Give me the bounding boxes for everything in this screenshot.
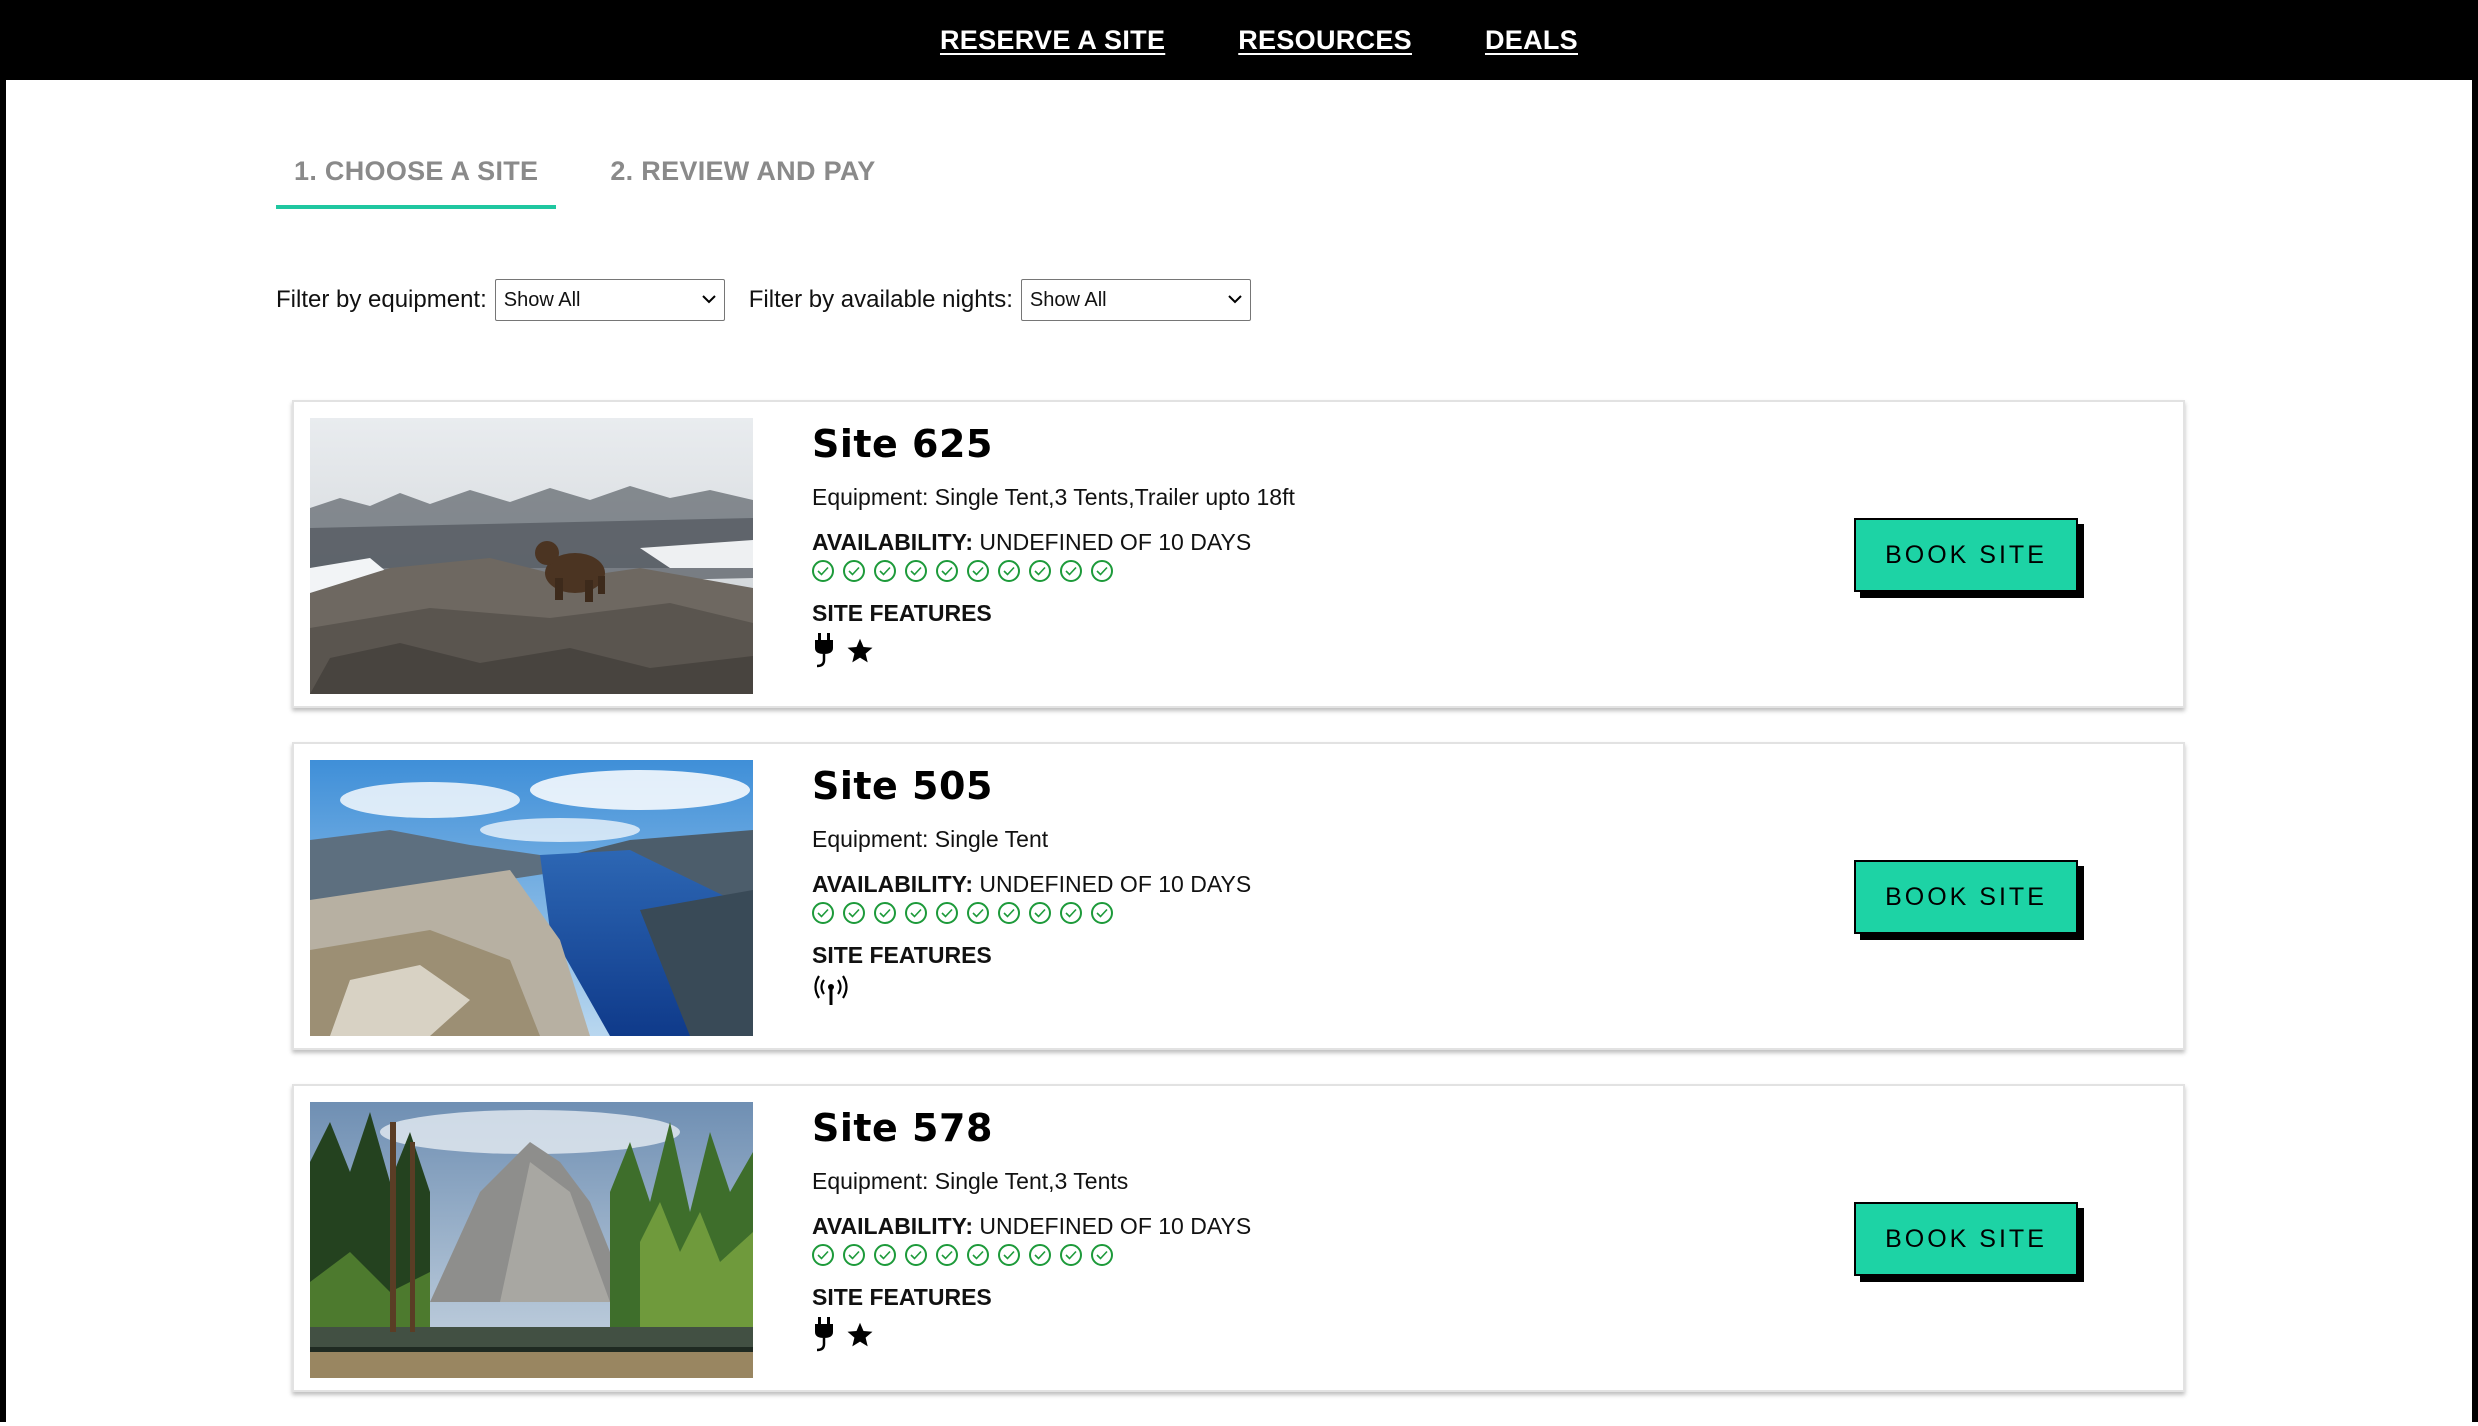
plug-icon [812, 633, 838, 674]
site-features [812, 975, 1251, 1012]
site-card: Site 625 Equipment: Single Tent,3 Tents,… [292, 400, 2185, 708]
availability-checks [812, 902, 1251, 924]
availability-value: UNDEFINED OF 10 DAYS [979, 871, 1252, 897]
check-circle-icon [812, 560, 834, 582]
check-circle-icon [967, 560, 989, 582]
site-features-title: SITE FEATURES [812, 1284, 992, 1310]
star-icon [846, 637, 874, 670]
nav-resources[interactable]: RESOURCES [1238, 25, 1412, 56]
check-circle-icon [843, 902, 865, 924]
check-circle-icon [874, 560, 896, 582]
availability-checks [812, 560, 1295, 582]
chevron-down-icon [702, 291, 716, 309]
availability-value: UNDEFINED OF 10 DAYS [979, 1213, 1252, 1239]
site-title: Site 505 [812, 764, 993, 808]
check-circle-icon [967, 1244, 989, 1266]
nav-reserve-a-site[interactable]: RESERVE A SITE [940, 25, 1165, 56]
check-circle-icon [1029, 1244, 1051, 1266]
site-features-title: SITE FEATURES [812, 942, 992, 968]
site-title: Site 578 [812, 1106, 993, 1150]
availability-value: UNDEFINED OF 10 DAYS [979, 529, 1252, 555]
site-equipment: Equipment: Single Tent,3 Tents [812, 1168, 1129, 1194]
nav-deals[interactable]: DEALS [1485, 25, 1578, 56]
equipment-filter-value: Show All [503, 288, 581, 311]
book-site-button[interactable]: BOOK SITE [1854, 860, 2078, 934]
check-circle-icon [1060, 902, 1082, 924]
check-circle-icon [936, 560, 958, 582]
book-site-button[interactable]: BOOK SITE [1854, 518, 2078, 592]
star-icon [846, 1321, 874, 1354]
site-availability: AVAILABILITY: UNDEFINED OF 10 DAYS [812, 871, 1251, 898]
equipment-filter-select[interactable]: Show All [494, 279, 725, 321]
tab-choose-a-site[interactable]: 1. CHOOSE A SITE [276, 150, 557, 209]
check-circle-icon [1060, 560, 1082, 582]
check-circle-icon [812, 902, 834, 924]
nights-filter-select[interactable]: Show All [1020, 279, 1251, 321]
site-card: Site 578 Equipment: Single Tent,3 Tents … [292, 1084, 2185, 1392]
check-circle-icon [812, 1244, 834, 1266]
window-frame-left [0, 0, 6, 1422]
tab-review-and-pay[interactable]: 2. REVIEW AND PAY [592, 150, 893, 209]
site-availability: AVAILABILITY: UNDEFINED OF 10 DAYS [812, 1213, 1251, 1240]
check-circle-icon [874, 902, 896, 924]
chevron-down-icon [1228, 291, 1242, 309]
check-circle-icon [874, 1244, 896, 1266]
check-circle-icon [967, 902, 989, 924]
check-circle-icon [1029, 902, 1051, 924]
wifi-signal-icon [812, 975, 850, 1012]
check-circle-icon [936, 902, 958, 924]
site-card: Site 505 Equipment: Single Tent AVAILABI… [292, 742, 2185, 1050]
site-equipment: Equipment: Single Tent,3 Tents,Trailer u… [812, 484, 1295, 510]
site-photo-bear [310, 418, 753, 694]
site-title: Site 625 [812, 422, 993, 466]
check-circle-icon [905, 560, 927, 582]
check-circle-icon [998, 560, 1020, 582]
site-features [812, 633, 1295, 674]
check-circle-icon [1091, 1244, 1113, 1266]
check-circle-icon [843, 1244, 865, 1266]
check-circle-icon [1091, 560, 1113, 582]
site-features-title: SITE FEATURES [812, 600, 992, 626]
availability-checks [812, 1244, 1251, 1266]
check-circle-icon [1029, 560, 1051, 582]
equipment-filter-label: Filter by equipment: [276, 286, 487, 313]
availability-label: AVAILABILITY: [812, 529, 973, 555]
check-circle-icon [905, 902, 927, 924]
book-site-button[interactable]: BOOK SITE [1854, 1202, 2078, 1276]
check-circle-icon [936, 1244, 958, 1266]
site-availability: AVAILABILITY: UNDEFINED OF 10 DAYS [812, 529, 1295, 556]
nights-filter-label: Filter by available nights: [748, 286, 1013, 313]
availability-label: AVAILABILITY: [812, 1213, 973, 1239]
window-frame-right [2472, 0, 2478, 1422]
filters-bar: Filter by equipment: Show All Filter by … [276, 279, 1251, 321]
site-photo-forest [310, 1102, 753, 1378]
plug-icon [812, 1317, 838, 1358]
availability-label: AVAILABILITY: [812, 871, 973, 897]
site-features [812, 1317, 1251, 1358]
check-circle-icon [1091, 902, 1113, 924]
site-list: Site 625 Equipment: Single Tent,3 Tents,… [292, 400, 2185, 1426]
site-photo-fjord [310, 760, 753, 1036]
check-circle-icon [998, 902, 1020, 924]
check-circle-icon [998, 1244, 1020, 1266]
top-navigation: RESERVE A SITE RESOURCES DEALS [0, 0, 2478, 80]
check-circle-icon [905, 1244, 927, 1266]
nights-filter-value: Show All [1029, 288, 1107, 311]
check-circle-icon [843, 560, 865, 582]
site-equipment: Equipment: Single Tent [812, 826, 1049, 852]
checkout-steps: 1. CHOOSE A SITE 2. REVIEW AND PAY [276, 150, 894, 209]
check-circle-icon [1060, 1244, 1082, 1266]
